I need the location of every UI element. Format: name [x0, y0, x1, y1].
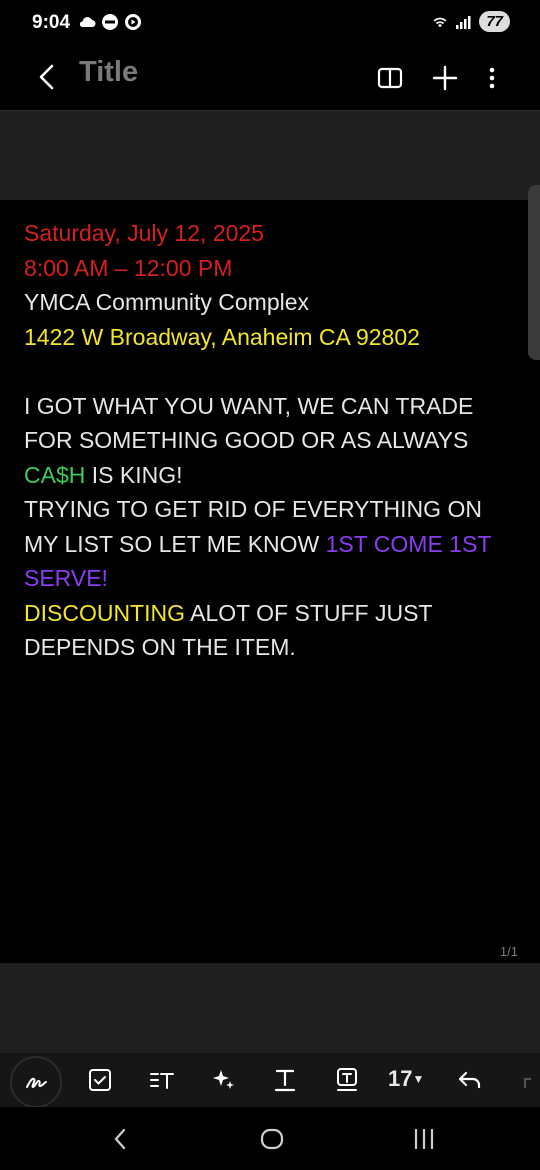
battery-icon: 77	[479, 11, 510, 32]
system-nav-bar	[0, 1107, 540, 1170]
nav-home-icon	[260, 1128, 284, 1150]
handwriting-button[interactable]	[10, 1056, 62, 1108]
signal-icon	[455, 13, 473, 31]
text-format-icon	[150, 1073, 174, 1089]
page-margin-bottom	[0, 963, 540, 1053]
redo-icon	[524, 1078, 531, 1088]
back-button[interactable]	[30, 60, 64, 94]
undo-icon	[458, 1071, 481, 1089]
caret-down-icon: ▼	[412, 1072, 425, 1086]
event-date: Saturday, July 12, 2025	[24, 220, 264, 246]
chevron-left-icon	[39, 64, 54, 90]
discount-highlight: DISCOUNTING	[24, 599, 185, 626]
status-time: 9:04	[32, 12, 71, 33]
brand-badge-icon	[101, 13, 119, 31]
status-icons-right: 77	[431, 11, 510, 32]
paragraph-trade-text: I GOT WHAT YOU WANT, WE CAN TRADE FOR SO…	[24, 392, 474, 454]
app-bar: Title	[0, 48, 540, 110]
redo-button[interactable]	[508, 1060, 538, 1100]
note-editor[interactable]: Saturday, July 12, 2025 8:00 AM – 12:00 …	[0, 200, 540, 963]
wifi-icon	[431, 13, 449, 31]
text-style-icon	[274, 1069, 296, 1092]
text-box-button[interactable]	[327, 1060, 367, 1100]
event-venue: YMCA Community Complex	[24, 289, 310, 315]
add-button[interactable]	[427, 60, 463, 96]
page-indicator: 1/1	[499, 944, 518, 959]
reading-mode-icon	[377, 67, 403, 89]
checkbox-button[interactable]	[80, 1060, 120, 1100]
text-style-button[interactable]	[265, 1060, 305, 1100]
more-options-button[interactable]	[474, 60, 510, 96]
status-bar: 9:04 77	[0, 0, 540, 48]
editing-toolbar: 17▼	[0, 1053, 540, 1108]
more-options-icon	[489, 67, 495, 89]
cash-highlight: CA$H	[24, 461, 86, 488]
status-icons-left	[78, 13, 142, 31]
text-box-icon	[337, 1068, 357, 1091]
paragraph-discount: DISCOUNTING ALOT OF STUFF JUST DEPENDS O…	[24, 596, 514, 665]
checkbox-icon	[89, 1069, 111, 1091]
nav-recents-icon	[414, 1128, 434, 1150]
paragraph-trade: I GOT WHAT YOU WANT, WE CAN TRADE FOR SO…	[24, 389, 514, 493]
undo-button[interactable]	[450, 1060, 490, 1100]
add-icon	[432, 65, 458, 91]
text-format-button[interactable]	[142, 1060, 182, 1100]
scrollbar-thumb[interactable]	[528, 185, 540, 360]
font-size-value: 17	[388, 1066, 413, 1091]
event-address: 1422 W Broadway, Anaheim CA 92802	[24, 323, 420, 350]
note-title[interactable]: Title	[79, 56, 138, 89]
event-time: 8:00 AM – 12:00 PM	[24, 254, 233, 281]
page-margin-top	[0, 110, 540, 201]
nav-back-icon	[114, 1128, 126, 1150]
play-icon	[124, 13, 142, 31]
handwriting-icon	[26, 1077, 47, 1089]
nav-recents-button[interactable]	[404, 1121, 444, 1157]
font-size-selector[interactable]: 17▼	[388, 1066, 424, 1092]
paragraph-trade-end: IS KING!	[85, 461, 183, 488]
nav-home-button[interactable]	[252, 1121, 292, 1157]
ai-assist-button[interactable]	[204, 1060, 244, 1100]
nav-back-button[interactable]	[100, 1121, 140, 1157]
paragraph-list: TRYING TO GET RID OF EVERYTHING ON MY LI…	[24, 492, 514, 596]
cloud-icon	[78, 13, 96, 31]
reading-mode-button[interactable]	[372, 60, 408, 96]
note-body[interactable]: Saturday, July 12, 2025 8:00 AM – 12:00 …	[24, 216, 514, 665]
ai-sparkle-icon	[213, 1070, 234, 1089]
